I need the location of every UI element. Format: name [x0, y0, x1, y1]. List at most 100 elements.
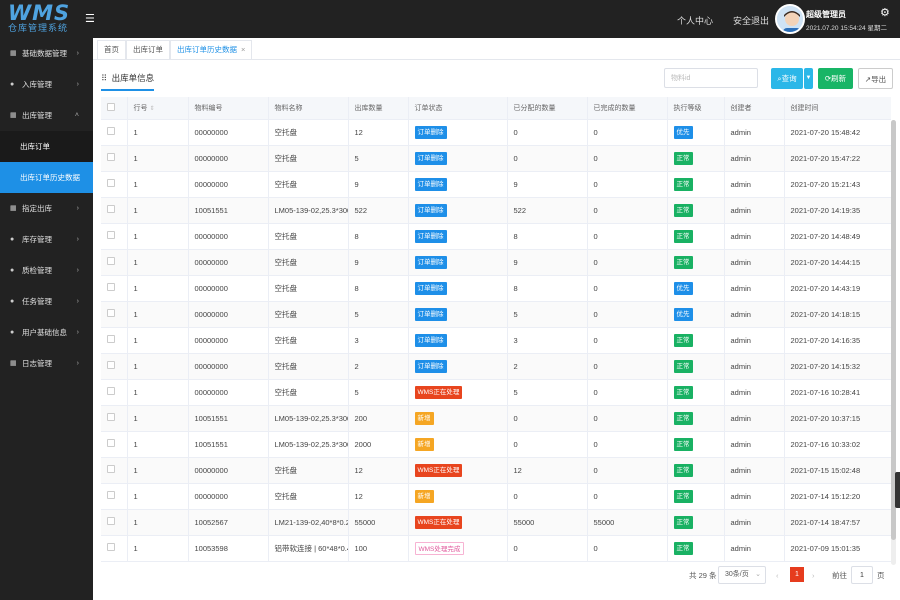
refresh-button-label: 刷新 — [831, 74, 847, 83]
table-row[interactable]: 1 00000000 空托盘 2 订单删除 2 0 正常 admin 2021-07-20 14:… — [101, 353, 891, 380]
table-row[interactable]: 1 00000000 空托盘 5 订单删除 5 0 优先 admin 2021-07-20 14:… — [101, 301, 891, 328]
checkbox[interactable] — [107, 335, 115, 343]
row-checkbox-cell[interactable] — [101, 483, 128, 510]
row-checkbox-cell[interactable] — [101, 535, 128, 562]
chevron-down-icon: ▼ — [805, 75, 812, 81]
row-checkbox-cell[interactable] — [101, 275, 128, 302]
row-checkbox-cell[interactable] — [101, 379, 128, 406]
checkbox[interactable] — [107, 439, 115, 447]
checkbox[interactable] — [107, 102, 115, 111]
refresh-button[interactable]: ⟳刷新 — [818, 68, 853, 89]
profile-link[interactable]: 个人中心 — [677, 14, 713, 27]
top-header: WMS 仓库管理系统 ☰ 个人中心 安全退出 超级管理员 2021.07.20 … — [0, 0, 900, 38]
sidebar-item-inventory[interactable]: ● 库存管理 › — [0, 224, 93, 255]
menu-toggle-icon[interactable]: ☰ — [85, 12, 95, 25]
query-dropdown-button[interactable]: ▼ — [804, 68, 813, 89]
sidebar-item-tasks[interactable]: ● 任务管理 › — [0, 286, 93, 317]
table-row[interactable]: 110051551LM05-139-02,25.3*300.4*200新增00正… — [101, 405, 891, 432]
sidebar-item-basic-data[interactable]: ▦ 基础数据管理 › — [0, 38, 93, 69]
sidebar-item-inbound[interactable]: ● 入库管理 › — [0, 69, 93, 100]
checkbox[interactable] — [107, 361, 115, 369]
close-icon[interactable]: × — [241, 45, 245, 54]
row-checkbox-cell[interactable] — [101, 405, 128, 432]
column-header[interactable]: 行号 ⇕ — [127, 97, 189, 120]
tab-home[interactable]: 首页 — [97, 40, 126, 59]
export-button[interactable]: ↗导出 — [858, 68, 893, 89]
checkbox[interactable] — [107, 491, 115, 499]
checkbox[interactable] — [107, 127, 115, 135]
sidebar-item-outbound[interactable]: ▦ 出库管理 ˄ — [0, 100, 93, 131]
tab-outbound-history[interactable]: 出库订单历史数据 × — [170, 40, 253, 59]
checkbox[interactable] — [107, 179, 115, 187]
checkbox[interactable] — [107, 153, 115, 161]
checkbox[interactable] — [107, 413, 115, 421]
table-row[interactable]: 110053598铝带软连接 | 60*48*0.4mm100 WMS处理完成 00… — [101, 535, 891, 562]
table-row[interactable]: 1 00000000 空托盘 12 订单删除 0 0 优先 admin 2021-07-20 15… — [101, 119, 891, 146]
prev-page-button[interactable]: ‹ — [776, 568, 779, 584]
checkbox[interactable] — [107, 231, 115, 239]
table-row[interactable]: 110051551LM05-139-02,25.3*300.4*2000 新增 00… — [101, 431, 891, 458]
table-row[interactable]: 1 00000000 空托盘 8 订单删除 8 0 优先 admin 2021-07-20 14:… — [101, 275, 891, 302]
checkbox[interactable] — [107, 543, 115, 551]
table-cell: 00000000 — [188, 249, 269, 276]
row-checkbox-cell[interactable] — [101, 145, 128, 172]
row-checkbox-cell[interactable] — [101, 171, 128, 198]
table-cell: 铝带软连接 | 60*48*0.4mm — [268, 535, 349, 562]
checkbox[interactable] — [107, 309, 115, 317]
table-cell: 订单删除 — [408, 119, 508, 146]
row-checkbox-cell[interactable] — [101, 249, 128, 276]
sidebar-subitem-outbound-history[interactable]: 出库订单历史数据 — [0, 162, 93, 193]
avatar[interactable] — [775, 4, 805, 34]
checkbox[interactable] — [107, 205, 115, 213]
table-row[interactable]: 110051551LM05-139-02,25.3*300.4*522订单删除5… — [101, 197, 891, 224]
sidebar-item-logs[interactable]: ▦ 日志管理 › — [0, 348, 93, 379]
row-checkbox-cell[interactable] — [101, 301, 128, 328]
query-button[interactable]: ⌕查询 — [771, 68, 803, 89]
checkbox[interactable] — [107, 465, 115, 473]
page-size-select[interactable]: 30条/页 ⌄ — [718, 566, 766, 584]
row-checkbox-cell[interactable] — [101, 197, 128, 224]
logout-link[interactable]: 安全退出 — [733, 14, 769, 27]
page-number-current[interactable]: 1 — [790, 567, 804, 582]
table-row[interactable]: 1 10052567 LM21-139-02,40*8*0.2 55000 WMS正在处… — [101, 509, 891, 536]
column-header: 已分配的数量 — [507, 97, 588, 120]
row-checkbox-cell[interactable] — [101, 457, 128, 484]
table-row[interactable]: 1 00000000 空托盘 12 WMS正在处理 12 0 正常 admin 2021-07-1… — [101, 457, 891, 484]
column-header: 创建时间 — [784, 97, 891, 120]
sidebar-item-designated-outbound[interactable]: ▦ 指定出库 › — [0, 193, 93, 224]
side-drawer-handle[interactable] — [895, 472, 900, 508]
row-checkbox-cell[interactable] — [101, 353, 128, 380]
search-input[interactable] — [664, 68, 758, 88]
select-all-checkbox[interactable] — [101, 97, 128, 120]
checkbox[interactable] — [107, 257, 115, 265]
table-row[interactable]: 1 00000000 空托盘 12 新增 0 0 正常 admin 2021-07-14 15:1… — [101, 483, 891, 510]
row-checkbox-cell[interactable] — [101, 509, 128, 536]
table-row[interactable]: 1 00000000 空托盘 9 订单删除 9 0 正常 admin 2021-07-20 14:… — [101, 249, 891, 276]
order-status-badge: 订单删除 — [414, 333, 447, 347]
table-row[interactable]: 1 00000000 空托盘 8 订单删除 8 0 正常 admin 2021-07-20 14:… — [101, 223, 891, 250]
order-status-badge: 订单删除 — [414, 125, 447, 139]
checkbox[interactable] — [107, 517, 115, 525]
gear-icon[interactable]: ⚙ — [880, 6, 890, 19]
sort-icon[interactable]: ⇕ — [150, 106, 155, 112]
table-cell: 空托盘 — [268, 119, 349, 146]
row-checkbox-cell[interactable] — [101, 223, 128, 250]
table-row[interactable]: 1 00000000 空托盘 9 订单删除 9 0 正常 admin 2021-07-20 15:… — [101, 171, 891, 198]
row-checkbox-cell[interactable] — [101, 431, 128, 458]
sidebar-item-user-info[interactable]: ● 用户基础信息 › — [0, 317, 93, 348]
tab-outbound-orders[interactable]: 出库订单 — [126, 40, 170, 59]
order-status-badge: WMS正在处理 — [414, 515, 463, 529]
checkbox[interactable] — [107, 283, 115, 291]
row-checkbox-cell[interactable] — [101, 119, 128, 146]
row-checkbox-cell[interactable] — [101, 327, 128, 354]
checkbox[interactable] — [107, 387, 115, 395]
table-row[interactable]: 1 00000000 空托盘 3 订单删除 3 0 正常 admin 2021-07-20 14:… — [101, 327, 891, 354]
table-cell: 9 — [507, 249, 588, 276]
table-row[interactable]: 1 00000000 空托盘 5 WMS正在处理 5 0 正常 admin 2021-07-16 … — [101, 379, 891, 406]
table-row[interactable]: 1 00000000 空托盘 5 订单删除 0 0 正常 admin 2021-07-20 15:… — [101, 145, 891, 172]
goto-page-input[interactable] — [851, 566, 873, 584]
sidebar-item-quality[interactable]: ● 质检管理 › — [0, 255, 93, 286]
sidebar-subitem-outbound-orders[interactable]: 出库订单 — [0, 131, 93, 162]
next-page-button[interactable]: › — [812, 568, 815, 584]
order-status-badge: 订单删除 — [414, 151, 447, 165]
